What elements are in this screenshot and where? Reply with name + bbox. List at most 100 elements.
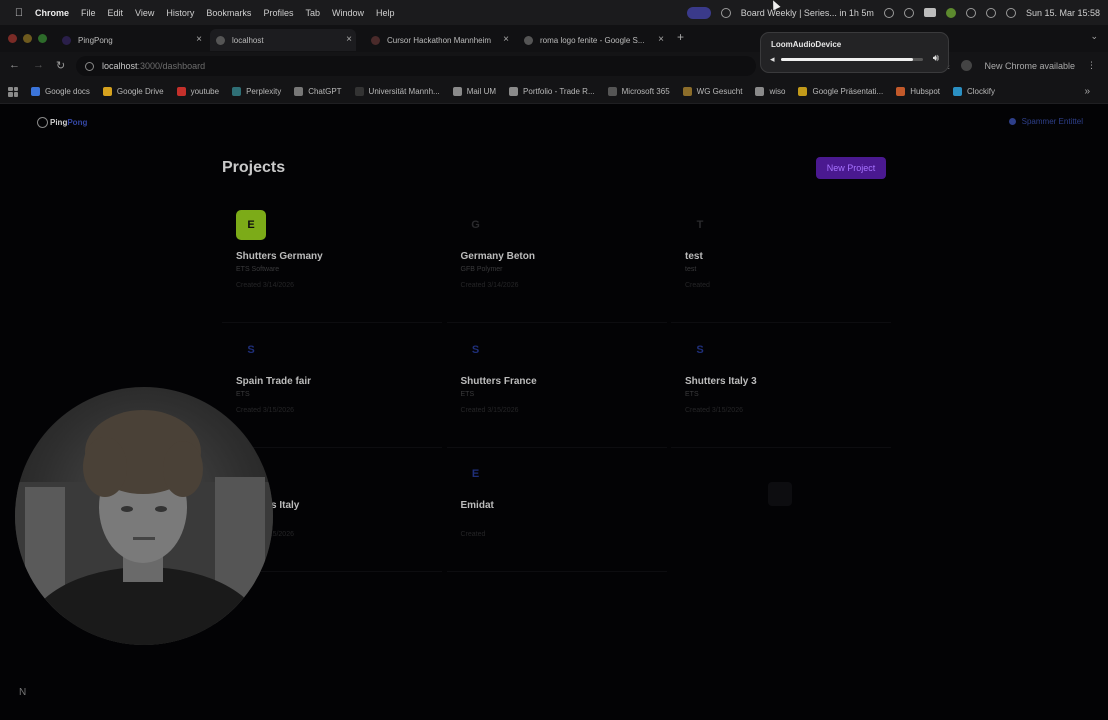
menu-help[interactable]: Help [376, 8, 395, 18]
new-tab-icon[interactable]: + [677, 30, 684, 44]
bookmark-item[interactable]: Hubspot [896, 87, 940, 96]
next-dev-indicator[interactable]: N [19, 687, 26, 698]
site-info-icon[interactable] [85, 61, 94, 71]
bookmark-item[interactable]: Microsoft 365 [607, 87, 670, 96]
bluetooth-icon[interactable] [903, 7, 914, 18]
project-icon: E [471, 468, 480, 480]
menu-file[interactable]: File [81, 8, 96, 18]
user-menu[interactable]: Spammer Entittel [1008, 117, 1083, 126]
volume-icon[interactable] [883, 7, 894, 18]
volume-slider[interactable] [781, 58, 923, 61]
menu-history[interactable]: History [166, 8, 194, 18]
address-bar[interactable]: localhost :3000/dashboard [76, 56, 756, 76]
update-chrome-button[interactable]: New Chrome available [984, 61, 1075, 71]
more-bookmarks-icon[interactable]: » [1084, 86, 1090, 97]
bookmark-item[interactable]: Mail UM [452, 87, 497, 96]
user-avatar [1008, 118, 1016, 125]
bookmark-item[interactable]: Google Drive [102, 87, 164, 96]
project-created-date: Created 3/14/2026 [460, 282, 519, 289]
bookmark-label: WG Gesucht [696, 87, 743, 96]
bookmark-item[interactable]: WG Gesucht [682, 87, 743, 96]
tab-google-search[interactable]: roma logo fenite - Google S... × [524, 29, 664, 51]
close-tab-icon[interactable]: × [196, 34, 202, 45]
bookmark-label: Microsoft 365 [621, 87, 670, 96]
close-tab-icon[interactable]: × [658, 34, 664, 45]
sound-output-popup: LoomAudioDevice ◂ 🔊︎ [760, 32, 949, 73]
minimize-window-icon[interactable] [23, 34, 32, 43]
project-card[interactable]: E Emidat Created [446, 447, 667, 572]
menu-tab[interactable]: Tab [305, 8, 320, 18]
project-card[interactable]: G Germany Beton GFB Polymer Created 3/14/20… [446, 198, 667, 323]
menu-window[interactable]: Window [332, 8, 364, 18]
control-center-icon[interactable] [1005, 7, 1016, 18]
logo-pong-text: Pong [67, 118, 88, 127]
bookmark-label: Hubspot [910, 87, 940, 96]
wifi-icon[interactable] [965, 7, 976, 18]
bookmark-item[interactable]: Universität Mannh... [354, 87, 440, 96]
tab-title: localhost [232, 35, 264, 45]
new-project-button[interactable]: New Project [816, 157, 886, 179]
project-name: Germany Beton [460, 251, 535, 262]
calendar-event[interactable]: Board Weekly | Series... in 1h 5m [741, 8, 874, 18]
menubar-clock[interactable]: Sun 15. Mar 15:58 [1026, 8, 1100, 18]
bookmark-label: ChatGPT [308, 87, 342, 96]
menu-profiles[interactable]: Profiles [263, 8, 293, 18]
project-company: ETS Software [236, 266, 280, 273]
record-icon[interactable] [720, 7, 731, 18]
tab-cursor-hackathon[interactable]: Cursor Hackathon Mannheim × [371, 29, 509, 51]
loom-recording-icon[interactable] [686, 6, 711, 19]
bookmark-label: wiso [769, 87, 786, 96]
bookmark-favicon-icon [607, 87, 617, 96]
project-card[interactable]: S Shutters Italy 3 ETS Created 3/15/2026 [671, 323, 891, 448]
close-tab-icon[interactable]: × [346, 34, 352, 45]
bookmark-item[interactable]: Google Präsentati... [798, 87, 883, 96]
page-title: Projects [222, 159, 286, 176]
apps-grid-icon[interactable] [8, 86, 18, 97]
back-arrow-icon[interactable]: ← [9, 59, 20, 71]
pingpong-logo[interactable]: Ping Pong [37, 117, 87, 128]
bookmark-item[interactable]: youtube [176, 87, 219, 96]
menu-bookmarks[interactable]: Bookmarks [206, 8, 251, 18]
close-tab-icon[interactable]: × [503, 34, 509, 45]
webcam-bubble[interactable] [15, 387, 273, 645]
profile-avatar-icon[interactable] [961, 60, 973, 71]
menu-edit[interactable]: Edit [108, 8, 124, 18]
project-name: test [685, 251, 703, 262]
project-created-date: Created [685, 282, 710, 289]
project-created-date: Created 3/15/2026 [460, 406, 519, 414]
tab-search-chevron-icon[interactable]: ⌄ [1090, 31, 1098, 42]
project-card[interactable]: Ttest test Created [671, 198, 891, 323]
bookmark-favicon-icon [176, 87, 186, 96]
tab-title: roma logo fenite - Google S... [540, 35, 645, 45]
zoom-window-icon[interactable] [38, 34, 47, 43]
forward-arrow-icon[interactable]: → [33, 59, 44, 71]
bookmark-item[interactable]: Clockify [952, 87, 995, 96]
menu-view[interactable]: View [135, 8, 154, 18]
bookmark-label: Google Präsentati... [812, 87, 884, 96]
tab-localhost[interactable]: localhost × [210, 29, 356, 51]
volume-low-icon: ◂ [770, 54, 775, 64]
bookmark-favicon-icon [896, 87, 906, 96]
more-menu-icon[interactable]: ⋮ [1087, 60, 1096, 71]
project-icon: G [471, 219, 480, 231]
project-name: Spain Trade fair [236, 375, 312, 387]
close-window-icon[interactable] [8, 34, 17, 43]
search-icon[interactable] [985, 7, 996, 18]
tab-pingpong[interactable]: PingPong × [62, 29, 202, 51]
keyboard-icon[interactable] [923, 8, 936, 17]
project-card[interactable]: S Shutters France ETS Created 3/15/2026 [446, 323, 667, 448]
bookmark-item[interactable]: Perplexity [232, 87, 281, 96]
user-name: Spammer Entittel [1021, 117, 1083, 126]
project-icon: S [471, 343, 480, 356]
apple-icon[interactable]:  [13, 7, 25, 19]
google-icon [524, 35, 533, 45]
project-card[interactable]: E Shutters Germany ETS Software Created 3/1… [222, 198, 442, 323]
menu-app-name[interactable]: Chrome [35, 8, 69, 18]
bookmark-label: Mail UM [466, 87, 497, 96]
bookmark-item[interactable]: Portfolio - Trade R... [509, 87, 595, 96]
bookmark-item[interactable]: ChatGPT [294, 87, 342, 96]
bookmark-item[interactable]: wiso [755, 87, 785, 96]
reload-icon[interactable]: ↻ [56, 59, 65, 72]
battery-icon[interactable] [945, 7, 956, 18]
bookmark-item[interactable]: Google docs [31, 87, 90, 96]
